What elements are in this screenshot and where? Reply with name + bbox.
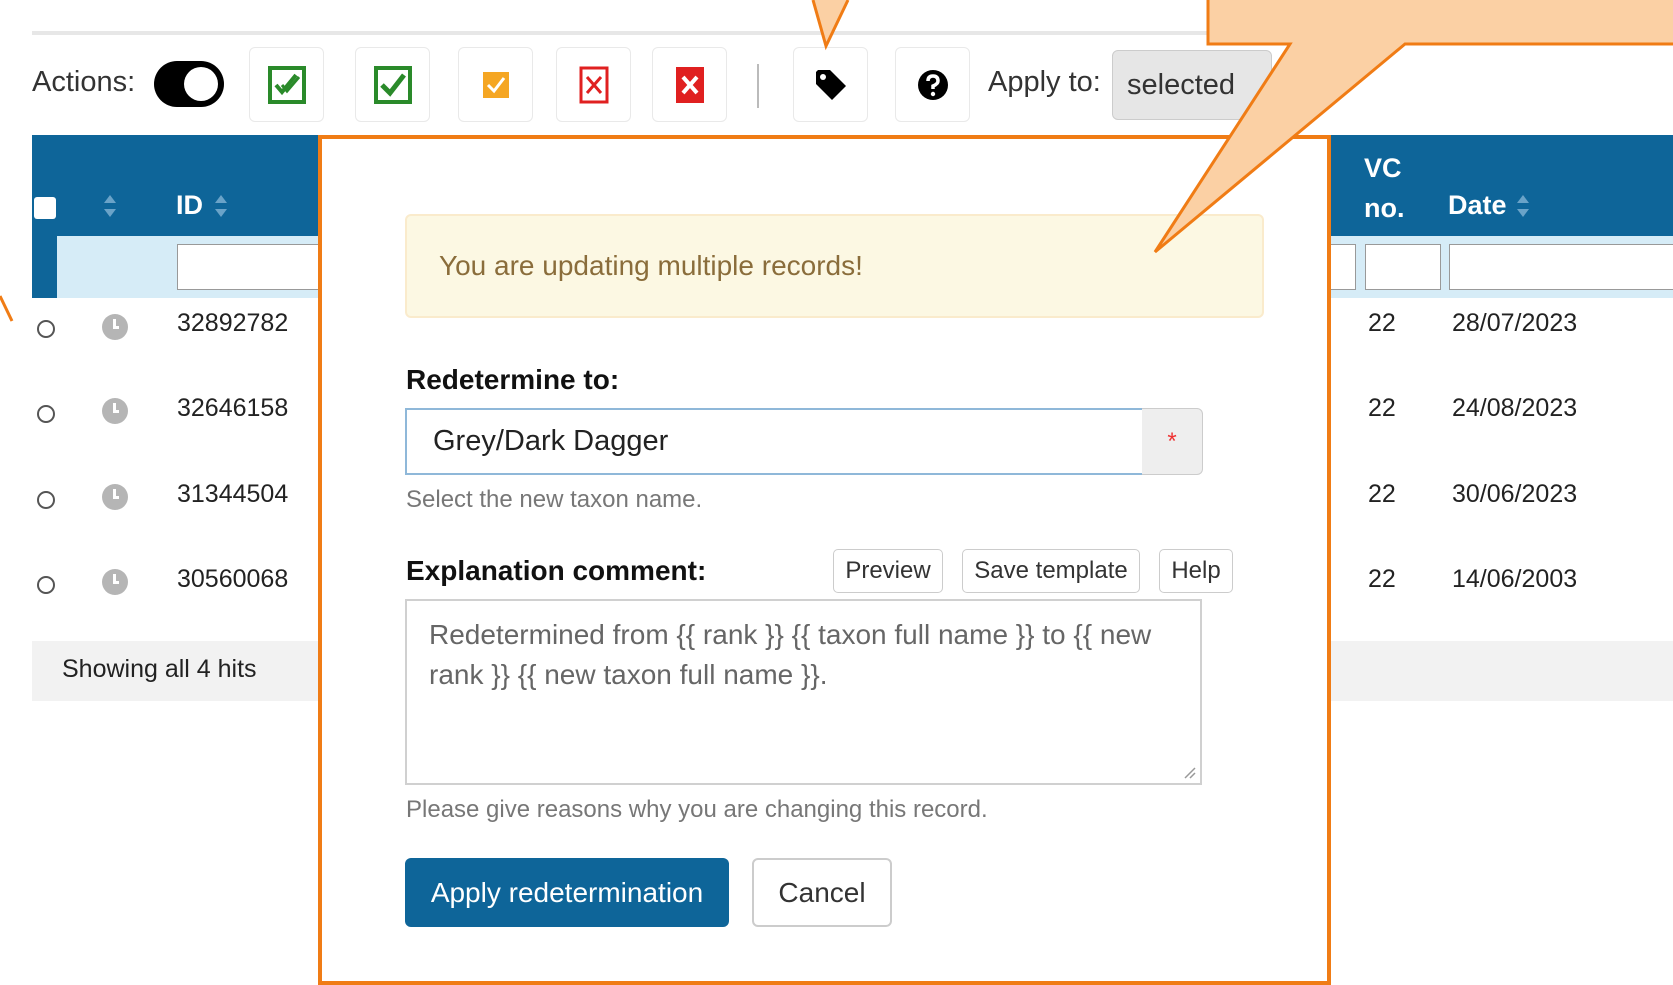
reject-unconfirmed-button[interactable] <box>652 47 727 122</box>
clock-icon <box>102 484 128 510</box>
row-select-radio[interactable] <box>37 491 55 509</box>
sort-icon[interactable] <box>1516 194 1530 218</box>
column-header-vc-line1[interactable]: VC <box>1364 153 1402 184</box>
row-date: 14/06/2003 <box>1452 565 1578 593</box>
save-template-button[interactable]: Save template <box>962 549 1140 593</box>
comment-textarea[interactable]: Redetermined from {{ rank }} {{ taxon fu… <box>405 599 1202 785</box>
row-vc: 22 <box>1368 565 1396 593</box>
comment-help-text: Please give reasons why you are changing… <box>406 796 988 823</box>
row-date: 28/07/2023 <box>1452 309 1578 337</box>
cross-filled-icon <box>675 66 704 103</box>
tag-icon <box>815 69 846 100</box>
cancel-button[interactable]: Cancel <box>752 858 892 927</box>
taxon-input[interactable]: Grey/Dark Dagger <box>405 408 1144 475</box>
row-id: 32892782 <box>177 309 289 337</box>
filter-vc-input[interactable] <box>1365 244 1441 290</box>
clock-icon <box>102 398 128 424</box>
toolbar-divider-line <box>32 31 1222 35</box>
help-link-button[interactable]: Help <box>1159 549 1233 593</box>
row-select-radio[interactable] <box>37 320 55 338</box>
row-id: 30560068 <box>177 565 289 593</box>
required-marker: * <box>1142 408 1203 475</box>
check-icon <box>373 65 412 104</box>
apply-to-label: Apply to: <box>988 66 1101 98</box>
taxon-help-text: Select the new taxon name. <box>406 486 703 513</box>
cross-outline-icon <box>579 66 608 103</box>
toggle-knob <box>184 67 218 101</box>
multiple-records-alert: You are updating multiple records! <box>405 214 1264 318</box>
help-icon <box>917 69 948 100</box>
clock-icon <box>102 569 128 595</box>
clock-icon <box>102 314 128 340</box>
sort-icon[interactable] <box>214 194 228 218</box>
apply-to-select[interactable]: selected <box>1112 50 1272 120</box>
apply-redetermination-button[interactable]: Apply redetermination <box>405 858 729 927</box>
hits-count: Showing all 4 hits <box>62 655 257 683</box>
help-button[interactable] <box>895 47 970 122</box>
filter-date-input[interactable] <box>1449 244 1673 290</box>
sort-icon[interactable] <box>103 194 117 218</box>
query-button[interactable] <box>458 47 533 122</box>
row-vc: 22 <box>1368 309 1396 337</box>
accept-correct-button[interactable] <box>355 47 430 122</box>
toolbar-separator <box>757 64 759 108</box>
row-vc: 22 <box>1368 480 1396 508</box>
column-header-id[interactable]: ID <box>176 190 203 221</box>
reject-button[interactable] <box>556 47 631 122</box>
row-select-radio[interactable] <box>37 405 55 423</box>
accept-button[interactable] <box>249 47 324 122</box>
row-date: 24/08/2023 <box>1452 394 1578 422</box>
preview-button[interactable]: Preview <box>833 549 943 593</box>
column-header-date[interactable]: Date <box>1448 190 1507 221</box>
resize-handle-icon[interactable] <box>1182 765 1196 779</box>
comment-text: Redetermined from {{ rank }} {{ taxon fu… <box>429 619 1152 690</box>
actions-toggle[interactable] <box>154 61 224 107</box>
comment-label: Explanation comment: <box>406 555 707 586</box>
row-id: 32646158 <box>177 394 289 422</box>
query-check-icon <box>482 71 509 98</box>
double-check-icon <box>267 65 306 104</box>
row-date: 30/06/2023 <box>1452 480 1578 508</box>
row-vc: 22 <box>1368 394 1396 422</box>
row-select-radio[interactable] <box>37 576 55 594</box>
row-id: 31344504 <box>177 480 289 508</box>
filter-id-input[interactable] <box>177 244 327 290</box>
select-all-checkbox[interactable] <box>34 197 56 219</box>
column-header-vc-line2[interactable]: no. <box>1364 193 1405 224</box>
redetermine-label: Redetermine to: <box>406 364 620 395</box>
redetermine-button[interactable] <box>793 47 868 122</box>
actions-label: Actions: <box>32 66 136 98</box>
